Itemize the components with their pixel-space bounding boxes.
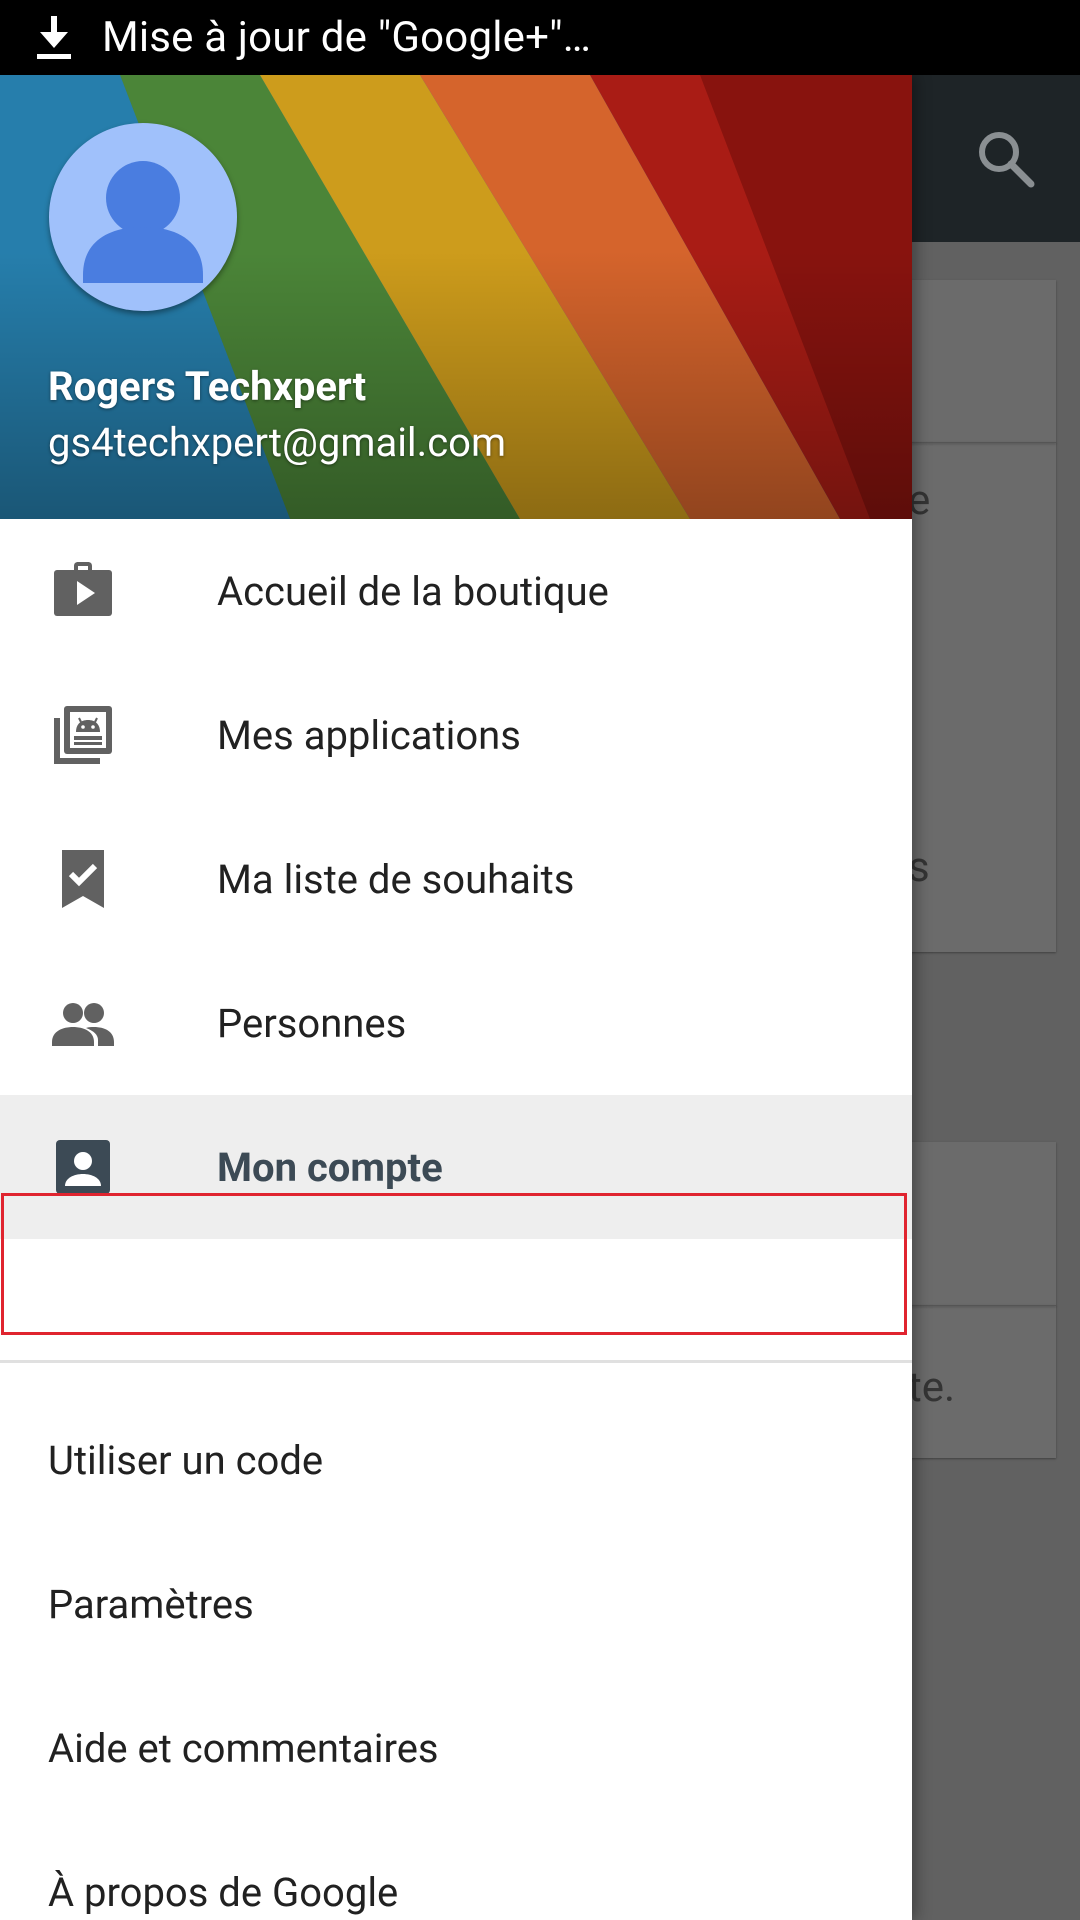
wishlist-icon bbox=[62, 850, 104, 908]
menu-item-label: Ma liste de souhaits bbox=[217, 855, 575, 903]
menu-item-my-apps[interactable]: Mes applications bbox=[0, 663, 912, 807]
drawer-account-header[interactable]: Rogers Techxpert gs4techxpert@gmail.com bbox=[0, 75, 912, 519]
background-card bbox=[898, 1305, 1056, 1306]
background-text-fragment: te. bbox=[908, 1363, 956, 1412]
store-home-icon bbox=[54, 562, 112, 616]
account-name: Rogers Techxpert bbox=[48, 363, 367, 410]
menu-item-help-feedback[interactable]: Aide et commentaires bbox=[0, 1676, 912, 1820]
account-box-icon bbox=[56, 1140, 110, 1194]
download-icon bbox=[37, 15, 71, 59]
menu-item-people[interactable]: Personnes bbox=[0, 951, 912, 1095]
menu-item-settings[interactable]: Paramètres bbox=[0, 1532, 912, 1676]
drawer-secondary-menu: Utiliser un code Paramètres Aide et comm… bbox=[0, 1388, 912, 1920]
status-bar: Mise à jour de "Google+"… bbox=[0, 0, 1080, 75]
people-icon bbox=[52, 1003, 114, 1046]
menu-item-my-account[interactable]: Mon compte bbox=[0, 1095, 912, 1239]
menu-item-about-google[interactable]: À propos de Google bbox=[0, 1820, 912, 1920]
status-notification-text: Mise à jour de "Google+"… bbox=[102, 13, 592, 62]
menu-item-label: Accueil de la boutique bbox=[217, 567, 609, 615]
menu-divider bbox=[0, 1360, 912, 1363]
drawer-primary-menu: Accueil de la boutique Mes applications bbox=[0, 519, 912, 1239]
menu-item-label: Personnes bbox=[217, 999, 407, 1047]
menu-item-redeem-code[interactable]: Utiliser un code bbox=[0, 1388, 912, 1532]
my-apps-icon bbox=[54, 706, 112, 764]
menu-item-label: Mon compte bbox=[217, 1143, 443, 1191]
account-email: gs4techxpert@gmail.com bbox=[48, 419, 507, 466]
play-store-screen: Mise à jour de "Google+"… e s te. Rogers… bbox=[0, 0, 1080, 1920]
navigation-drawer: Rogers Techxpert gs4techxpert@gmail.com … bbox=[0, 75, 912, 1920]
menu-item-store-home[interactable]: Accueil de la boutique bbox=[0, 519, 912, 663]
person-avatar-icon[interactable] bbox=[49, 123, 237, 311]
search-icon[interactable] bbox=[975, 128, 1037, 190]
menu-item-wishlist[interactable]: Ma liste de souhaits bbox=[0, 807, 912, 951]
menu-item-label: Mes applications bbox=[217, 711, 521, 759]
background-card bbox=[898, 442, 1056, 443]
